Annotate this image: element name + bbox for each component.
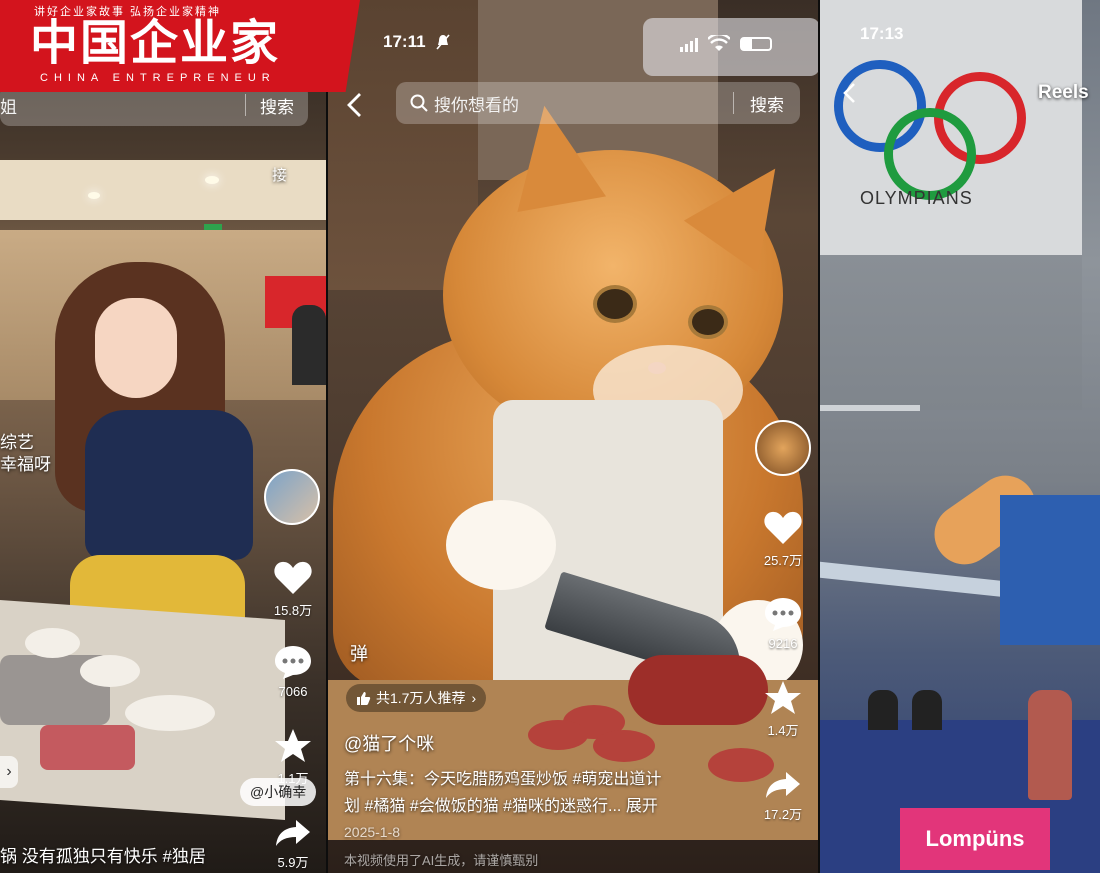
- sponsor-sign: Lompüns: [900, 808, 1050, 870]
- creator-avatar[interactable]: [755, 420, 811, 476]
- status-time: 17:11: [383, 32, 426, 51]
- dish: [25, 628, 80, 658]
- danmu-toggle[interactable]: 弹: [350, 640, 368, 666]
- comment-count: 9216: [768, 636, 798, 651]
- comment-icon[interactable]: [763, 596, 803, 632]
- side-text: 幸福呀: [0, 455, 51, 474]
- spectator: [1028, 690, 1072, 800]
- sausage-slice: [593, 730, 655, 762]
- person-in-background: [292, 305, 326, 385]
- spectator: [912, 690, 942, 730]
- panel-divider: [818, 0, 820, 873]
- top-right-label: 接: [272, 167, 288, 184]
- share-count: 17.2万: [763, 807, 803, 822]
- mute-icon: [436, 34, 450, 50]
- diving-platform: [820, 405, 920, 411]
- like-action[interactable]: 25.7万: [753, 510, 813, 569]
- heart-icon[interactable]: [763, 510, 803, 546]
- panel-divider: [326, 0, 328, 873]
- status-bar-pill: [643, 18, 820, 76]
- video-caption: 锅 没有孤独只有快乐 #独居: [0, 847, 206, 866]
- share-icon[interactable]: [274, 818, 312, 848]
- watermark-text: @小确幸: [250, 784, 307, 800]
- comment-count: 7066: [278, 684, 308, 699]
- sponsor-sign-text: Lompüns: [925, 826, 1025, 851]
- video-panel-right[interactable]: OLYMPIANS 17:13 Reels Lompüns: [820, 0, 1100, 873]
- ceiling-light: [205, 176, 219, 184]
- stands: [1000, 495, 1100, 645]
- recommend-chip[interactable]: 共1.7万人推荐 ›: [346, 684, 487, 712]
- star-icon[interactable]: [274, 728, 312, 764]
- brand-banner: 讲好企业家故事 弘扬企业家精神 中国企业家 CHINA ENTREPRENEUR: [0, 0, 360, 92]
- olympic-ring-green: [884, 108, 976, 200]
- search-divider: [245, 94, 246, 116]
- battery-icon: [740, 37, 772, 51]
- video-caption: 第十六集：今天吃腊肠鸡蛋炒饭 #萌宠出道计: [344, 771, 662, 788]
- diving-board: [820, 561, 1015, 599]
- girl-face: [95, 298, 177, 398]
- thumbs-up-icon: [357, 691, 371, 705]
- search-button[interactable]: 搜索: [260, 93, 294, 118]
- recommend-text: 共1.7万人推荐: [376, 690, 466, 706]
- signal-icon: [680, 38, 698, 52]
- back-icon[interactable]: [346, 92, 362, 118]
- search-divider: [733, 92, 734, 114]
- ai-disclaimer: 本视频使用了AI生成，请谨慎甄别: [344, 853, 539, 868]
- favorite-count: 1.4万: [767, 723, 799, 738]
- comment-action[interactable]: 7066: [263, 644, 323, 699]
- cat-eye: [593, 285, 637, 323]
- heart-icon[interactable]: [273, 560, 313, 596]
- chevron-right-icon: ›: [471, 690, 477, 706]
- author-name[interactable]: @猫了个咪: [344, 730, 434, 756]
- back-icon[interactable]: [842, 82, 856, 104]
- cat-eye: [688, 305, 728, 339]
- ceiling-light: [88, 192, 100, 199]
- video-date: 2025-1-8: [344, 824, 401, 840]
- wifi-icon: [708, 35, 730, 51]
- like-action[interactable]: 15.8万: [263, 560, 323, 619]
- share-icon[interactable]: [764, 770, 802, 800]
- watermark-badge: @小确幸: [240, 778, 317, 806]
- olympic-text: OLYMPIANS: [860, 188, 973, 208]
- girl-top: [85, 410, 253, 560]
- sausage-slice: [528, 720, 588, 750]
- comment-action[interactable]: 9216: [753, 596, 813, 651]
- brand-subtitle: CHINA ENTREPRENEUR: [40, 72, 276, 84]
- comment-icon[interactable]: [273, 644, 313, 680]
- arrow-left-icon[interactable]: ›: [0, 756, 18, 788]
- favorite-action[interactable]: 1.4万: [753, 680, 813, 739]
- brand-title: 中国企业家: [30, 15, 281, 71]
- status-time: 17:13: [860, 24, 904, 43]
- star-icon[interactable]: [764, 680, 802, 716]
- like-count: 25.7万: [763, 553, 803, 568]
- cat-paw: [446, 500, 556, 590]
- creator-avatar[interactable]: [264, 469, 320, 525]
- search-input[interactable]: 搜你想看的: [434, 91, 519, 116]
- search-input[interactable]: 姐: [0, 93, 17, 118]
- spectator: [868, 690, 898, 730]
- like-count: 15.8万: [273, 603, 313, 618]
- share-count: 5.9万: [277, 855, 309, 870]
- video-caption[interactable]: 划 #橘猫 #会做饭的猫 #猫咪的迷惑行... 展开: [344, 792, 658, 816]
- reels-label: Reels: [1038, 82, 1089, 103]
- share-action[interactable]: 5.9万: [263, 818, 323, 871]
- search-bar[interactable]: 搜你想看的 搜索: [396, 82, 800, 124]
- search-icon: [410, 94, 428, 112]
- video-panel-left[interactable]: 姐 搜索 接 综艺 幸福呀 15.8万 7066 1.1万 5.9万 @小确幸 …: [0, 0, 328, 873]
- video-panel-middle[interactable]: 17:11 搜你想看的 搜索 25.7万 9216 1.4万 17.2万 弹 共…: [328, 0, 820, 873]
- search-button[interactable]: 搜索: [750, 91, 784, 116]
- share-action[interactable]: 17.2万: [753, 770, 813, 823]
- dish: [125, 695, 215, 731]
- sausage: [628, 655, 768, 725]
- meat-plate: [40, 725, 135, 770]
- dish: [80, 655, 140, 687]
